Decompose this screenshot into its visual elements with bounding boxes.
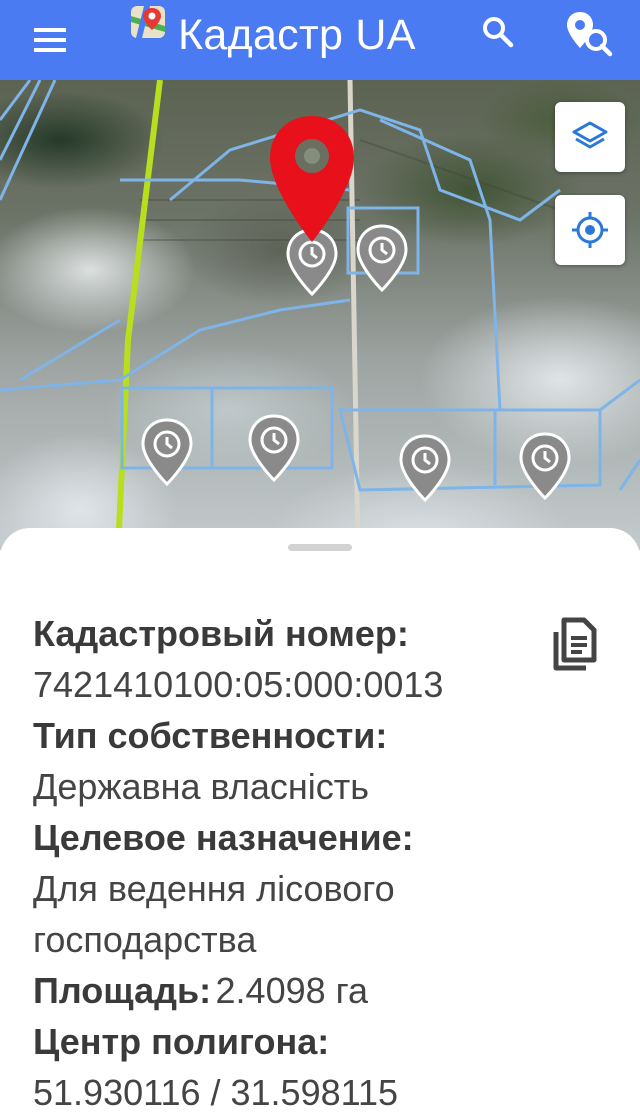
ownership-type-label: Тип собственности: — [33, 715, 388, 756]
history-marker[interactable] — [141, 418, 193, 487]
purpose-value: Для ведення лісового господарства — [33, 868, 395, 960]
map-logo-icon — [131, 6, 165, 38]
copy-details-button[interactable] — [542, 612, 606, 676]
history-marker[interactable] — [248, 414, 300, 483]
my-location-button[interactable] — [555, 195, 625, 265]
satellite-map[interactable] — [0, 80, 640, 550]
cadastral-number-label: Кадастровый номер: — [33, 613, 409, 654]
polygon-center-label: Центр полигона: — [33, 1021, 330, 1062]
area-row: Площадь: 2.4098 га — [33, 965, 533, 1016]
parcel-info-sheet: Кадастровый номер: 7421410100:05:000:001… — [0, 528, 640, 1115]
layers-icon — [572, 121, 608, 149]
history-marker[interactable] — [519, 432, 571, 501]
location-search-button[interactable] — [562, 6, 616, 60]
app-bar: Кадастр UA — [0, 0, 640, 80]
location-search-icon — [567, 12, 613, 57]
ownership-type-value: Державна власність — [33, 766, 370, 807]
menu-button[interactable] — [22, 16, 78, 64]
cadastral-number-value: 7421410100:05:000:0013 — [33, 664, 444, 705]
area-value: 2.4098 га — [215, 970, 369, 1011]
boundary-line — [115, 80, 163, 550]
search-icon — [483, 17, 514, 48]
app-title: Кадастр UA — [178, 11, 416, 59]
selected-location-marker[interactable] — [270, 116, 354, 242]
map-overlay — [0, 80, 640, 550]
polygon-center-value: 51.930116 / 31.598115 — [33, 1072, 399, 1113]
menu-icon — [34, 28, 66, 52]
parcel-details: Кадастровый номер: 7421410100:05:000:001… — [33, 608, 533, 1115]
history-marker[interactable] — [356, 224, 408, 293]
document-icon — [553, 617, 597, 671]
purpose-label: Целевое назначение: — [33, 817, 414, 858]
crosshair-icon — [572, 212, 608, 248]
layers-button[interactable] — [555, 102, 625, 172]
sheet-drag-handle[interactable] — [288, 544, 352, 551]
area-label: Площадь: — [33, 970, 212, 1011]
search-button[interactable] — [474, 8, 522, 56]
